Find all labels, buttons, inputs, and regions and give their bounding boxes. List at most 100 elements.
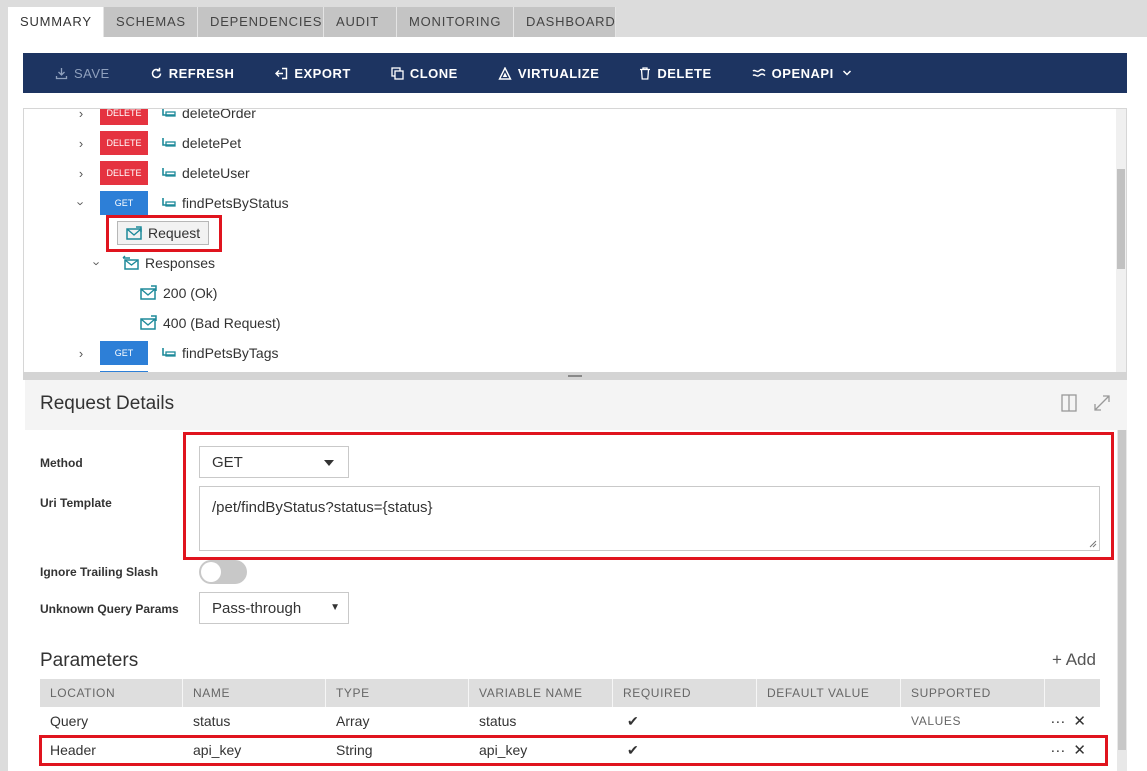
column-required[interactable]: REQUIRED [613, 679, 757, 707]
export-button[interactable]: EXPORT [274, 66, 350, 81]
tree-item-deleteorder[interactable]: › DELETE deleteOrder [74, 108, 256, 125]
export-icon [275, 67, 288, 79]
chevron-down-icon [842, 70, 851, 76]
method-badge: GET [100, 341, 148, 365]
cell-location: Query [50, 713, 89, 729]
method-badge: DELETE [100, 161, 148, 185]
column-default-value[interactable]: DEFAULT VALUE [757, 679, 901, 707]
details-body: Method GET Uri Template /pet/findByStatu… [25, 430, 1127, 771]
chevron-down-icon[interactable]: › [74, 196, 89, 210]
virtualize-label: VIRTUALIZE [517, 65, 600, 81]
operation-icon [162, 168, 176, 177]
tree-item-deletepet[interactable]: › DELETE deletePet [74, 131, 241, 155]
operation-name: deletePet [182, 135, 242, 151]
chevron-right-icon[interactable]: › [74, 109, 88, 121]
openapi-dropdown[interactable]: OPENAPI [752, 66, 858, 81]
delete-button[interactable]: DELETE [639, 66, 711, 81]
split-view-icon[interactable] [1061, 394, 1077, 412]
table-row[interactable]: Query status Array status ✔ ··· ✕ [40, 707, 1100, 735]
virtualize-icon [498, 66, 512, 80]
unknown-query-params-value: Pass-through [212, 599, 302, 617]
tab-schemas[interactable]: SCHEMAS [104, 7, 198, 37]
tab-dependencies[interactable]: DEPENDENCIES [198, 7, 324, 37]
tree-item-findpetsbystatus[interactable]: › GET findPetsByStatus [74, 191, 289, 215]
tree-scrollbar[interactable] [1116, 109, 1126, 374]
save-icon [55, 67, 68, 79]
unknown-query-params-label: Unknown Query Params [40, 602, 179, 616]
expand-icon[interactable] [1093, 394, 1111, 412]
operation-name: findPetsByStatus [182, 195, 289, 211]
export-label: EXPORT [294, 65, 351, 81]
tree-item-findpetsbytags[interactable]: › GET findPetsByTags [74, 341, 279, 365]
method-badge: DELETE [100, 109, 148, 125]
request-highlight [106, 215, 222, 252]
save-label: SAVE [74, 65, 110, 81]
details-scroll-thumb[interactable] [1118, 430, 1126, 750]
header-row-highlight [39, 735, 1108, 766]
tree-item-response-200[interactable]: 200 (Ok) [140, 281, 217, 305]
tree-item-deleteuser[interactable]: › DELETE deleteUser [74, 161, 250, 185]
delete-label: DELETE [657, 65, 712, 81]
column-type[interactable]: TYPE [326, 679, 469, 707]
tab-dashboard[interactable]: DASHBOARD [514, 7, 616, 37]
column-name[interactable]: NAME [183, 679, 326, 707]
chevron-right-icon[interactable]: › [74, 346, 88, 361]
column-variable-name[interactable]: VARIABLE NAME [469, 679, 613, 707]
refresh-label: REFRESH [168, 65, 235, 81]
refresh-button[interactable]: REFRESH [150, 66, 235, 81]
trash-icon [640, 66, 651, 80]
add-parameter-button[interactable]: + Add [1052, 650, 1096, 670]
clone-icon [391, 66, 404, 80]
tab-monitoring[interactable]: MONITORING [397, 7, 514, 37]
more-icon[interactable]: ··· [1050, 713, 1065, 730]
splitter-grip[interactable] [568, 375, 582, 377]
tab-audit[interactable]: AUDIT [324, 7, 397, 37]
details-scrollbar[interactable] [1117, 430, 1127, 771]
operation-name: deleteOrder [182, 108, 256, 121]
chevron-right-icon[interactable]: › [74, 166, 88, 181]
unknown-query-params-select[interactable]: Pass-through ▼ [199, 592, 349, 624]
tree-scroll-thumb[interactable] [1117, 169, 1125, 269]
column-supported-values[interactable]: SUPPORTED VALUES [901, 679, 1045, 728]
tree-item-response-400[interactable]: 400 (Bad Request) [140, 311, 281, 335]
method-label: Method [40, 456, 83, 470]
column-location[interactable]: LOCATION [40, 679, 183, 707]
close-icon[interactable]: ✕ [1073, 712, 1086, 730]
operation-name: deleteUser [182, 165, 250, 181]
wave-icon [752, 68, 766, 77]
tree-item-responses[interactable]: › Responses [90, 251, 216, 275]
response-icon [140, 285, 157, 300]
operation-tree: › DELETE deleteOrder › DELETE deletePet … [23, 108, 1127, 374]
uri-template-label: Uri Template [40, 496, 112, 510]
tab-summary[interactable]: SUMMARY [8, 7, 104, 37]
checkmark-icon: ✔ [627, 713, 639, 729]
cell-name: status [193, 713, 231, 729]
operation-icon [162, 109, 176, 117]
cell-type: Array [336, 713, 370, 729]
responses-label: Responses [145, 255, 216, 271]
trailing-slash-toggle[interactable] [199, 560, 247, 584]
refresh-icon [151, 67, 161, 78]
caret-down-icon: ▼ [330, 602, 340, 613]
save-button[interactable]: SAVE [55, 66, 110, 81]
response-label: 400 (Bad Request) [163, 315, 281, 331]
response-label: 200 (Ok) [163, 285, 218, 301]
details-header: Request Details [25, 380, 1127, 430]
operation-icon [162, 348, 176, 357]
parameters-title: Parameters [40, 650, 139, 671]
chevron-right-icon[interactable]: › [74, 136, 88, 151]
response-icon [140, 315, 157, 330]
chevron-down-icon[interactable]: › [90, 256, 105, 270]
row-actions: ··· ✕ [1050, 707, 1086, 735]
tab-bar: SUMMARY SCHEMAS DEPENDENCIES AUDIT MONIT… [8, 7, 616, 37]
parameters-table-header: LOCATION NAME TYPE VARIABLE NAME REQUIRE… [40, 679, 1100, 728]
responses-icon [122, 255, 139, 270]
virtualize-button[interactable]: VIRTUALIZE [498, 66, 600, 81]
panel-splitter[interactable] [23, 372, 1127, 380]
clone-button[interactable]: CLONE [391, 66, 458, 81]
cell-variable-name: status [479, 713, 517, 729]
method-badge: GET [100, 191, 148, 215]
clone-label: CLONE [409, 65, 458, 81]
operation-icon [162, 138, 176, 147]
details-title: Request Details [40, 393, 175, 414]
